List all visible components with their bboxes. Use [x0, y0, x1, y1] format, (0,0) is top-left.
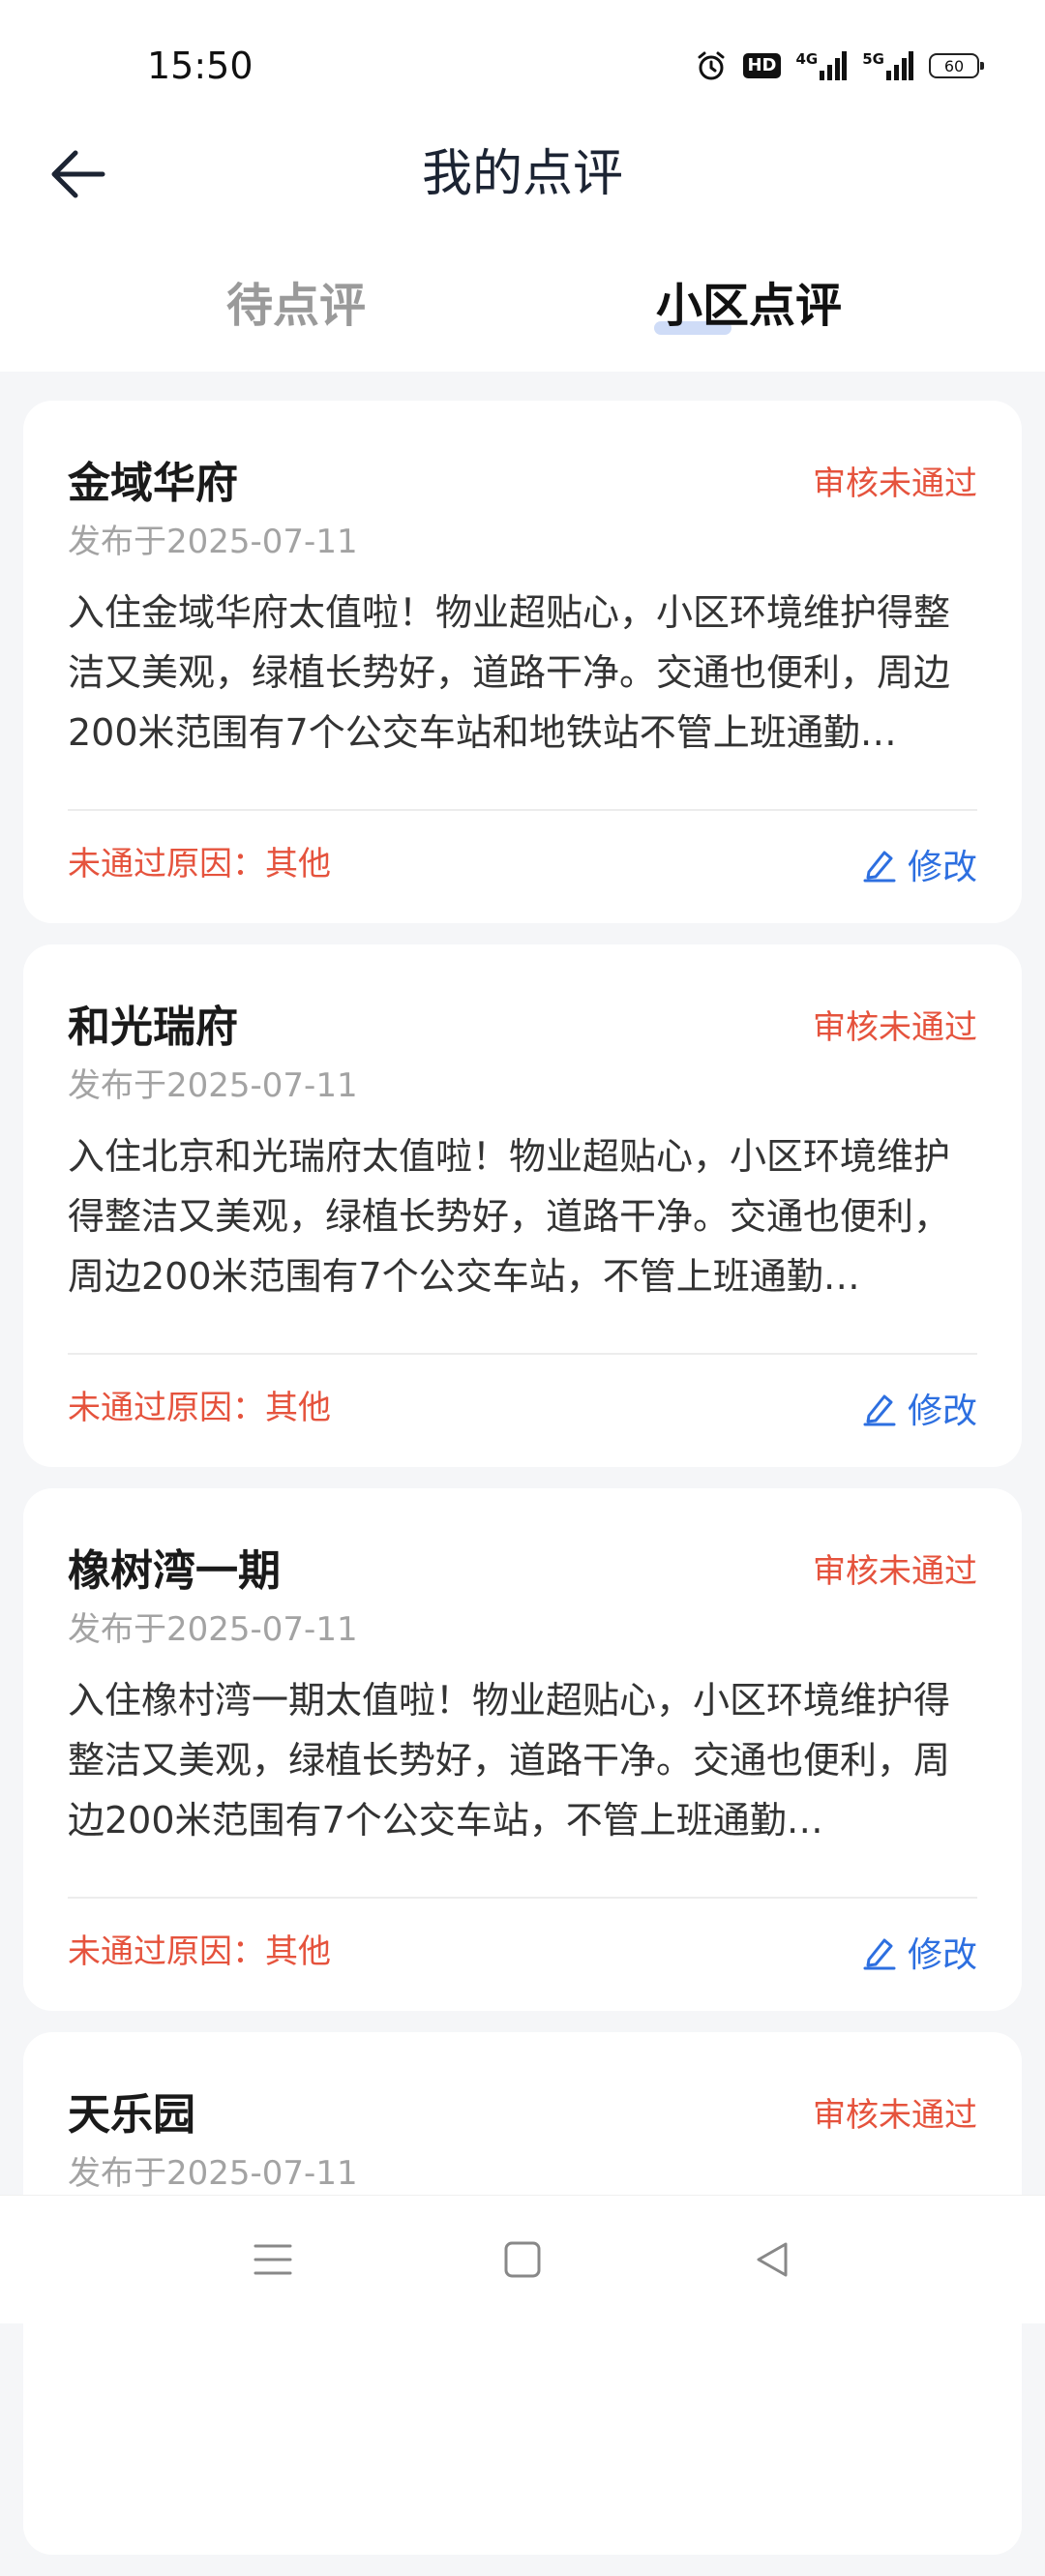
tab-community-review[interactable]: 小区点评 [604, 267, 894, 344]
home-button[interactable] [488, 2225, 557, 2294]
divider [68, 1353, 977, 1355]
status-icons: HD 4G 5G 60 [695, 45, 984, 87]
signal-5g-icon: 5G [862, 51, 913, 80]
back-triangle-icon [757, 2242, 788, 2277]
edit-button[interactable]: 修改 [861, 1926, 977, 1978]
review-card[interactable]: 橡树湾一期 审核未通过 发布于2025-07-11 入住橡村湾一期太值啦！物业超… [23, 1488, 1022, 2011]
back-nav-button[interactable] [737, 2225, 807, 2294]
edit-button[interactable]: 修改 [861, 1382, 977, 1434]
divider [68, 809, 977, 811]
community-name: 金域华府 [68, 459, 238, 508]
community-name: 橡树湾一期 [68, 1546, 281, 1596]
menu-button[interactable] [238, 2225, 308, 2294]
edit-label: 修改 [907, 848, 977, 887]
battery-icon: 60 [929, 53, 984, 78]
tab-pending-label: 待点评 [225, 279, 366, 333]
tab-pending-review[interactable]: 待点评 [151, 267, 441, 344]
alarm-icon [695, 49, 728, 82]
review-status: 审核未通过 [813, 464, 977, 503]
tab-community-label: 小区点评 [655, 279, 842, 333]
system-nav-bar [0, 2195, 1045, 2323]
review-card[interactable]: 金域华府 审核未通过 发布于2025-07-11 入住金域华府太值啦！物业超贴心… [23, 401, 1022, 923]
net-5g-label: 5G [862, 50, 884, 68]
edit-label: 修改 [907, 1392, 977, 1431]
battery-level: 60 [943, 56, 965, 75]
edit-icon [863, 1938, 896, 1970]
reject-reason: 未通过原因：其他 [68, 1389, 331, 1427]
signal-4g-icon: 4G [796, 51, 848, 80]
home-square-icon [504, 2241, 541, 2278]
edit-icon [863, 1394, 896, 1426]
reject-reason: 未通过原因：其他 [68, 1932, 331, 1971]
community-name: 和光瑞府 [68, 1003, 238, 1052]
review-status: 审核未通过 [813, 2096, 977, 2135]
publish-date: 发布于2025-07-11 [68, 1066, 358, 1105]
divider [68, 1897, 977, 1899]
menu-icon [254, 2244, 292, 2275]
review-card[interactable]: 和光瑞府 审核未通过 发布于2025-07-11 入住北京和光瑞府太值啦！物业超… [23, 944, 1022, 1467]
review-content: 入住北京和光瑞府太值啦！物业超贴心，小区环境维护得整洁又美观，绿植长势好，道路干… [68, 1135, 951, 1298]
net-4g-label: 4G [795, 50, 819, 68]
reject-reason: 未通过原因：其他 [68, 845, 331, 884]
publish-date: 发布于2025-07-11 [68, 1610, 358, 1649]
edit-button[interactable]: 修改 [861, 838, 977, 890]
back-arrow-icon [51, 150, 105, 198]
community-name: 天乐园 [68, 2090, 195, 2140]
top-area: 15:50 HD 4G 5G 60 我的点评 待点评 小区点评 [0, 0, 1045, 372]
review-status: 审核未通过 [813, 1552, 977, 1591]
publish-date: 发布于2025-07-11 [68, 523, 358, 561]
edit-label: 修改 [907, 1935, 977, 1975]
review-content: 入住橡村湾一期太值啦！物业超贴心，小区环境维护得整洁又美观，绿植长势好，道路干净… [68, 1679, 951, 1842]
hd-badge: HD [743, 53, 781, 78]
review-content: 入住金域华府太值啦！物业超贴心，小区环境维护得整洁又美观，绿植长势好，道路干净。… [68, 591, 951, 754]
edit-icon [863, 851, 896, 883]
back-button[interactable] [39, 135, 116, 213]
review-status: 审核未通过 [813, 1008, 977, 1047]
publish-date: 发布于2025-07-11 [68, 2154, 358, 2193]
status-time: 15:50 [147, 45, 254, 87]
page-title: 我的点评 [421, 145, 623, 203]
